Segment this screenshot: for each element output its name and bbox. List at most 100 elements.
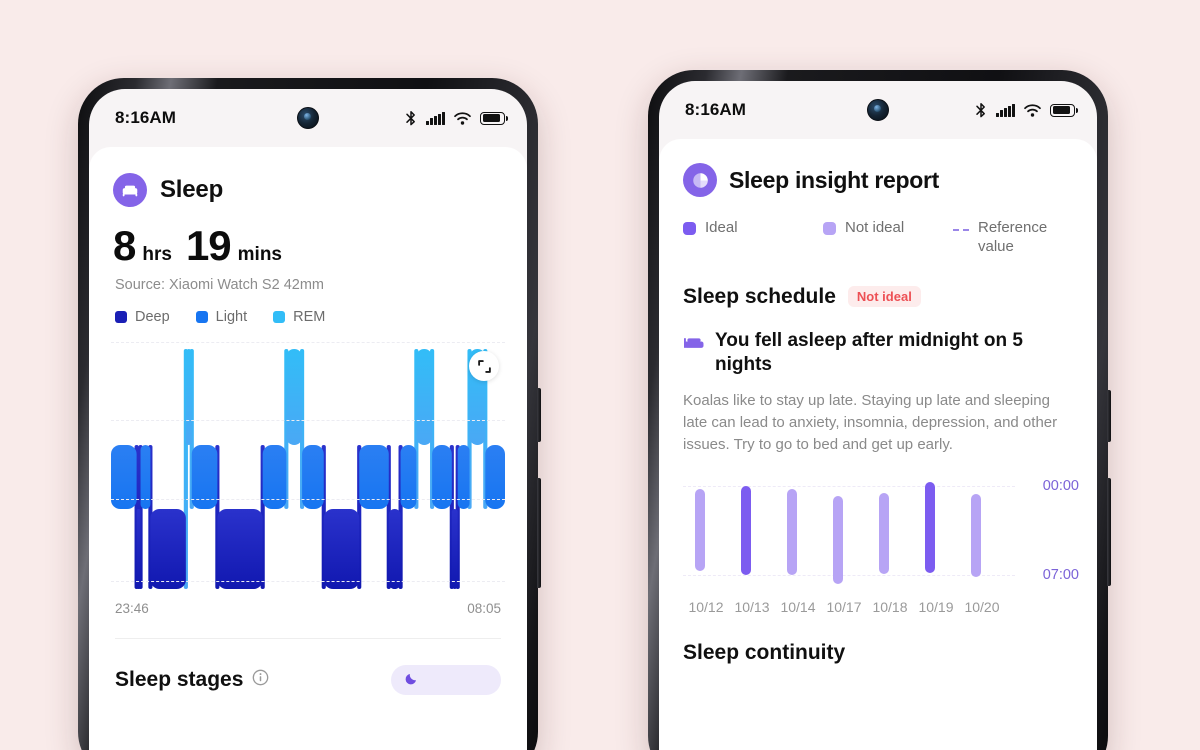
status-icons [405, 110, 508, 127]
page-title: Sleep insight report [729, 166, 939, 193]
insight-text: You fell asleep after midnight on 5 nigh… [715, 329, 1023, 375]
status-bar: 8:16AM [89, 89, 527, 147]
status-bar: 8:16AM [659, 81, 1097, 139]
hypnogram-segment [185, 349, 192, 445]
cellular-signal-icon [426, 111, 445, 125]
hypnogram-segment [451, 509, 458, 589]
bar-date-label: 10/14 [780, 598, 816, 615]
status-icons [975, 102, 1078, 119]
bar-date-axis: 10/12 10/13 10/14 10/17 10/18 10/19 10/20 [659, 599, 1097, 615]
duration-hours-value: 8 [113, 222, 136, 269]
legend-item-not-ideal: Not ideal [823, 219, 953, 238]
duration-minutes-value: 19 [185, 222, 232, 269]
legend-item-ideal: Ideal [683, 219, 823, 238]
gridline [111, 581, 505, 582]
right-phone-mockup: 8:16AM Sleep insight report Ideal Not id… [648, 70, 1111, 750]
battery-icon [1050, 103, 1078, 117]
sleep-continuity-title: Sleep continuity [683, 640, 846, 664]
hypnogram-segment [323, 509, 360, 589]
wifi-icon [1024, 103, 1041, 117]
sleep-card: Sleep 8 hrs 19 mins Source: Xiaomi Watch… [89, 147, 527, 750]
bars-row [683, 478, 1097, 590]
legend-label: Reference value [978, 219, 1048, 255]
bar-date-label: 10/19 [918, 598, 954, 615]
sleep-stage-legend: Deep Light REM [89, 293, 527, 325]
legend-label: Deep [135, 309, 170, 325]
hypnogram-segment [217, 509, 263, 589]
right-phone-screen: 8:16AM Sleep insight report Ideal Not id… [659, 81, 1097, 750]
bed-icon [113, 173, 147, 207]
legend-label: REM [293, 309, 326, 325]
schedule-bar[interactable] [741, 485, 751, 575]
legend-item-reference-value: Reference value [953, 219, 1073, 257]
bar-date-label: 10/18 [872, 598, 908, 615]
power-button[interactable] [1107, 390, 1111, 442]
legend-label: Not ideal [845, 219, 905, 236]
bed-icon [683, 334, 705, 377]
rem-color-swatch [273, 311, 286, 323]
hypnogram-svg [111, 349, 505, 589]
left-phone-mockup: 8:16AM Sleep 8 hrs 19 mins Source: Xiaom… [78, 78, 541, 750]
chart-time-axis: 23:46 08:05 [89, 589, 527, 616]
reference-line-swatch [953, 229, 969, 231]
legend-item-light: Light [195, 309, 248, 325]
report-header: Sleep insight report [659, 139, 1097, 197]
moon-icon [405, 671, 419, 690]
insight-body-copy: Koalas like to stay up late. Staying up … [683, 391, 1058, 453]
hypnogram-segment [136, 509, 141, 589]
hypnogram-segment [416, 349, 433, 445]
hypnogram-segment [150, 509, 186, 589]
not-ideal-color-swatch [823, 222, 836, 235]
duration-minutes-unit: mins [237, 244, 283, 265]
wifi-icon [454, 111, 471, 125]
schedule-bar[interactable] [971, 493, 981, 577]
schedule-bar[interactable] [787, 489, 797, 575]
schedule-bar[interactable] [695, 489, 705, 572]
bar-date-label: 10/17 [826, 598, 862, 615]
battery-icon [480, 111, 508, 125]
volume-button[interactable] [537, 478, 541, 588]
stage-chip[interactable] [391, 665, 501, 695]
bar-date-label: 10/20 [964, 598, 1000, 615]
pie-chart-icon [683, 163, 717, 197]
info-icon[interactable] [252, 669, 269, 691]
front-camera-icon [867, 99, 889, 121]
legend-label: Light [215, 309, 248, 325]
gridline [111, 342, 505, 343]
deep-color-swatch [115, 311, 127, 323]
bluetooth-icon [976, 102, 985, 117]
expand-icon[interactable] [469, 351, 499, 381]
bar-date-label: 10/12 [688, 598, 724, 615]
screenshot-canvas: 8:16AM Sleep 8 hrs 19 mins Source: Xiaom… [0, 0, 1200, 750]
sleep-header: Sleep [89, 147, 527, 207]
sleep-duration: 8 hrs 19 mins [89, 207, 527, 267]
left-phone-screen: 8:16AM Sleep 8 hrs 19 mins Source: Xiaom… [89, 89, 527, 750]
sleep-stages-section[interactable]: Sleep stages [89, 639, 527, 695]
legend-label: Ideal [705, 219, 738, 236]
axis-label-bottom: 07:00 [1042, 566, 1079, 583]
data-source-label: Source: Xiaomi Watch S2 42mm [115, 277, 324, 293]
hypnogram-segment [286, 349, 303, 445]
bar-date-label: 10/13 [734, 598, 770, 615]
cellular-signal-icon [996, 103, 1015, 117]
axis-label-top: 00:00 [1042, 477, 1079, 494]
power-button[interactable] [537, 388, 541, 442]
sleep-schedule-header: Sleep schedule Not ideal [659, 257, 1097, 309]
schedule-bar[interactable] [925, 482, 935, 574]
legend-item-deep: Deep [115, 309, 170, 325]
bluetooth-icon [406, 110, 415, 125]
section-title: Sleep stages [115, 668, 244, 691]
axis-end-time: 08:05 [467, 601, 501, 616]
section-title: Sleep schedule [683, 284, 836, 308]
hypnogram-chart[interactable] [111, 341, 505, 589]
status-badge: Not ideal [847, 286, 921, 307]
sleep-schedule-chart[interactable]: 00:00 07:00 [659, 478, 1097, 590]
volume-button[interactable] [1107, 478, 1111, 586]
hypnogram-segment [388, 509, 401, 589]
duration-hours-unit: hrs [142, 244, 172, 265]
schedule-bar[interactable] [833, 495, 843, 584]
insight-report-card: Sleep insight report Ideal Not ideal Ref… [659, 139, 1097, 750]
front-camera-icon [297, 107, 319, 129]
schedule-bar[interactable] [879, 493, 889, 574]
report-legend: Ideal Not ideal Reference value [659, 197, 1097, 257]
